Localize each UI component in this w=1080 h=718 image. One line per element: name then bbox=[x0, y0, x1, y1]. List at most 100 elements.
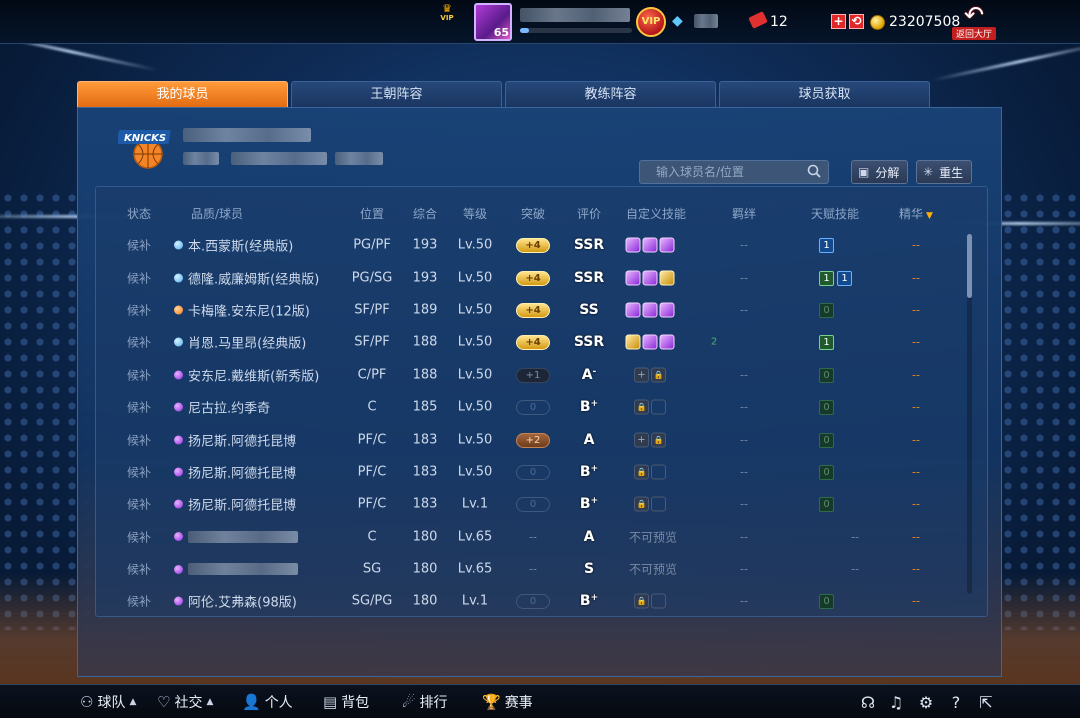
talent-badge[interactable]: 0 bbox=[819, 367, 834, 383]
lock-icon[interactable]: 🔒 bbox=[634, 399, 649, 415]
level-cell: Lv.50 bbox=[457, 432, 493, 448]
add-skill-icon[interactable]: + bbox=[634, 432, 649, 448]
table-row[interactable]: 候补 扬尼斯.阿德托昆博 PF/C 183 Lv.1 0 B+ 🔒 -- 0 -- bbox=[96, 488, 987, 520]
talent-badge[interactable]: 0 bbox=[819, 594, 834, 610]
add-currency-icon[interactable]: + bbox=[831, 14, 846, 29]
nav-ranking[interactable]: ☄ 排行 bbox=[402, 692, 447, 712]
search-box bbox=[639, 160, 829, 184]
skill-icon[interactable] bbox=[625, 334, 641, 350]
lock-icon[interactable]: 🔒 bbox=[634, 496, 649, 512]
table-row[interactable]: 候补 本.西蒙斯(经典版) PG/PF 193 Lv.50 +4 SSR -- 1 -- bbox=[96, 229, 987, 261]
col-breakthrough: 突破 bbox=[520, 207, 546, 221]
tab-player-acquire[interactable]: 球员获取 bbox=[719, 81, 930, 107]
tab-dynasty-lineup[interactable]: 王朝阵容 bbox=[291, 81, 502, 107]
level-cell: Lv.65 bbox=[457, 529, 493, 545]
talent-badge[interactable]: 0 bbox=[819, 302, 834, 318]
table-row[interactable]: 候补 安东尼.戴维斯(新秀版) C/PF 188 Lv.50 +1 A- + 🔒 -- 0 -- bbox=[96, 359, 987, 391]
talent-badge[interactable]: 0 bbox=[819, 400, 834, 416]
skill-icon[interactable] bbox=[659, 334, 675, 350]
table-row[interactable]: 候补 阿伦.艾弗森(98版) SG/PG 180 Lv.1 0 B+ 🔒 -- 0 -- bbox=[96, 585, 987, 616]
skill-icon[interactable] bbox=[659, 270, 675, 286]
rating-cell: SSR bbox=[573, 237, 605, 254]
breakthrough-badge: +4 bbox=[516, 238, 550, 254]
vip-badge[interactable]: VIP bbox=[636, 7, 666, 37]
lock-icon[interactable]: 🔒 bbox=[634, 593, 649, 609]
talent-badge[interactable]: 1 bbox=[819, 335, 834, 351]
empty-skill-slot[interactable] bbox=[651, 464, 666, 480]
talent-badge[interactable]: 0 bbox=[819, 432, 834, 448]
quality-dot-icon bbox=[174, 499, 183, 509]
table-row[interactable]: 候补 扬尼斯.阿德托昆博 PF/C 183 Lv.50 +2 A + 🔒 -- 0 -- bbox=[96, 423, 987, 455]
table-row[interactable]: 候补 扬尼斯.阿德托昆博 PF/C 183 Lv.50 0 B+ 🔒 -- 0 -- bbox=[96, 456, 987, 488]
level-cell: Lv.1 bbox=[461, 593, 489, 609]
talent-badge[interactable]: 1 bbox=[819, 270, 834, 286]
table-row[interactable]: 候补 SG 180 Lv.65 -- S 不可预览 -- -- -- bbox=[96, 553, 987, 585]
team-logo: KNICKS bbox=[118, 130, 171, 169]
skill-icon[interactable] bbox=[642, 270, 658, 286]
table-row[interactable]: 候补 C 180 Lv.65 -- A 不可预览 -- -- -- bbox=[96, 521, 987, 553]
exit-icon[interactable]: ⇱ bbox=[976, 693, 996, 713]
avatar[interactable]: 65 bbox=[474, 3, 512, 41]
col-position: 位置 bbox=[359, 207, 385, 221]
nav-bag[interactable]: ▤ 背包 bbox=[323, 692, 369, 712]
help-icon[interactable]: ? bbox=[946, 693, 966, 713]
skill-icon[interactable] bbox=[642, 302, 658, 318]
talent-badge[interactable]: 0 bbox=[819, 497, 834, 513]
lock-icon[interactable]: 🔒 bbox=[634, 464, 649, 480]
add-skill-icon[interactable]: + bbox=[634, 367, 649, 383]
nav-team[interactable]: ⚇ 球队 ▲ bbox=[80, 692, 136, 712]
breakthrough-cell: -- bbox=[529, 530, 537, 544]
col-custom-skills: 自定义技能 bbox=[625, 207, 687, 221]
tab-my-players[interactable]: 我的球员 bbox=[77, 81, 288, 107]
music-icon[interactable]: ♫ bbox=[886, 693, 906, 713]
lock-icon[interactable]: 🔒 bbox=[651, 367, 666, 383]
support-icon[interactable]: ☊ bbox=[858, 693, 878, 713]
position-cell: PF/C bbox=[357, 432, 387, 448]
position-cell: SF/PF bbox=[354, 334, 390, 350]
essence-cell: -- bbox=[912, 368, 920, 382]
breakthrough-cell: -- bbox=[529, 562, 537, 576]
settings-icon[interactable]: ⚙ bbox=[916, 693, 936, 713]
tab-coach-lineup[interactable]: 教练阵容 bbox=[505, 81, 716, 107]
talent-cell: 1 bbox=[819, 237, 837, 254]
decompose-button[interactable]: ▣ 分解 bbox=[851, 160, 909, 184]
table-row[interactable]: 候补 尼古拉.约季奇 C 185 Lv.50 0 B+ 🔒 -- 0 -- bbox=[96, 391, 987, 423]
exchange-currency-icon[interactable]: ⟲ bbox=[849, 14, 864, 29]
player-name-cell: 卡梅隆.安东尼(12版) bbox=[174, 300, 310, 319]
table-row[interactable]: 候补 卡梅隆.安东尼(12版) SF/PF 189 Lv.50 +4 SS -- 0 -- bbox=[96, 294, 987, 326]
status-cell: 候补 bbox=[126, 335, 152, 350]
vip-crown-icon[interactable]: ♛ VIP bbox=[438, 3, 456, 22]
empty-skill-slot[interactable] bbox=[651, 399, 666, 415]
search-input[interactable] bbox=[639, 160, 829, 184]
lock-icon[interactable]: 🔒 bbox=[651, 432, 666, 448]
rating-cell: SSR bbox=[573, 269, 605, 286]
talent-badge[interactable]: 1 bbox=[819, 238, 834, 254]
col-essence[interactable]: 精华 ▼ bbox=[899, 205, 933, 222]
skill-icon[interactable] bbox=[625, 302, 641, 318]
empty-skill-slot[interactable] bbox=[651, 593, 666, 609]
skill-icon[interactable] bbox=[659, 302, 675, 318]
skills-cell: 🔒 bbox=[634, 464, 668, 480]
heart-icon: ♡ bbox=[157, 693, 171, 711]
skill-icon[interactable] bbox=[642, 237, 658, 253]
table-scrollbar[interactable] bbox=[967, 234, 972, 594]
search-icon[interactable] bbox=[807, 164, 821, 178]
skill-icon[interactable] bbox=[659, 237, 675, 253]
rebirth-button[interactable]: ✳ 重生 bbox=[916, 160, 973, 184]
skill-icon[interactable] bbox=[642, 334, 658, 350]
skill-icon[interactable] bbox=[625, 237, 641, 253]
nav-personal[interactable]: 👤 个人 bbox=[242, 692, 293, 712]
talent-badge[interactable]: 1 bbox=[837, 270, 852, 286]
table-row[interactable]: 候补 德隆.威廉姆斯(经典版) PG/SG 193 Lv.50 +4 SSR -- 1 1 -- bbox=[96, 261, 987, 293]
skill-icon[interactable] bbox=[625, 270, 641, 286]
nav-social[interactable]: ♡ 社交 ▲ bbox=[157, 692, 213, 712]
team-name-redacted bbox=[183, 128, 311, 142]
position-cell: SG bbox=[362, 561, 382, 577]
empty-skill-slot[interactable] bbox=[651, 496, 666, 512]
nav-events[interactable]: 🏆 赛事 bbox=[482, 692, 533, 712]
position-cell: SG/PG bbox=[351, 593, 393, 609]
level-cell: Lv.50 bbox=[457, 334, 493, 350]
talent-badge[interactable]: 0 bbox=[819, 464, 834, 480]
back-to-lobby-button[interactable]: ↶ 返回大厅 bbox=[952, 3, 996, 41]
table-row[interactable]: 候补 肖恩.马里昂(经典版) SF/PF 188 Lv.50 +4 SSR 2 1 -- bbox=[96, 326, 987, 358]
